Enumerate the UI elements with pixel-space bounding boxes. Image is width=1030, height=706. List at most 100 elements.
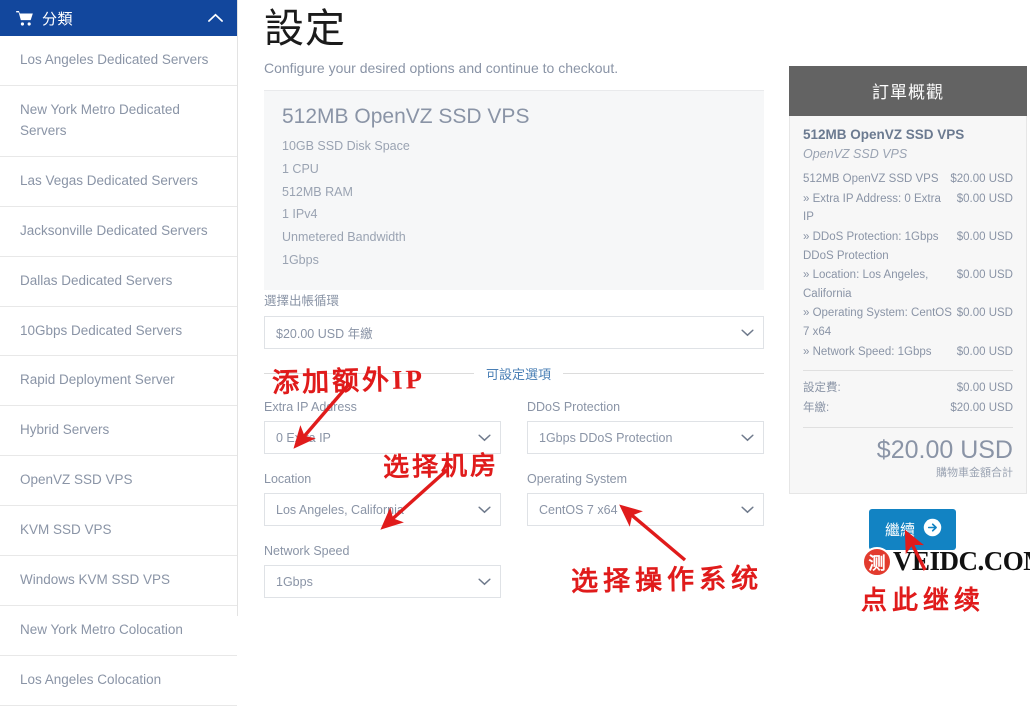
product-summary-box: 512MB OpenVZ SSD VPS 10GB SSD Disk Space…: [264, 90, 764, 290]
site-watermark: 测 VEIDC.COM: [862, 546, 1030, 577]
chevron-down-icon: [741, 328, 754, 337]
option-field: Location Los Angeles, California: [264, 472, 501, 526]
watermark-seal-icon: 测: [862, 546, 892, 577]
option-label: Operating System: [527, 472, 628, 486]
option-select[interactable]: 1Gbps DDoS Protection: [527, 421, 764, 454]
option-row: Location Los Angeles, California Operating…: [264, 472, 764, 526]
category-sidebar: 分類 Los Angeles Dedicated Servers New York…: [0, 0, 238, 706]
option-value: CentOS 7 x64: [539, 502, 618, 517]
sidebar-item[interactable]: Las Vegas Dedicated Servers: [0, 157, 237, 207]
option-label: Location: [264, 472, 312, 486]
summary-line-label: » Network Speed: 1Gbps: [803, 345, 932, 358]
order-summary-header: 訂單概觀: [789, 66, 1027, 116]
summary-line-label: 512MB OpenVZ SSD VPS: [803, 173, 939, 185]
option-value: 1Gbps: [276, 574, 313, 589]
summary-line-item: » Location: Los Angeles, California $0.00…: [803, 266, 1013, 303]
sidebar-header[interactable]: 分類: [0, 0, 237, 36]
sidebar-title: 分類: [42, 10, 74, 28]
product-feature: 10GB SSD Disk Space: [282, 139, 410, 153]
summary-line-item: » Network Speed: 1Gbps $0.00 USD: [803, 343, 1013, 362]
option-select[interactable]: Los Angeles, California: [264, 493, 501, 526]
divider-line-left: [264, 373, 474, 374]
chevron-up-icon[interactable]: [208, 13, 223, 23]
summary-product-group: OpenVZ SSD VPS: [803, 147, 908, 161]
summary-line-item: 512MB OpenVZ SSD VPS $20.00 USD: [803, 170, 1013, 189]
sidebar-item[interactable]: KVM SSD VPS: [0, 506, 237, 557]
order-summary-panel: 訂單概觀 512MB OpenVZ SSD VPS OpenVZ SSD VPS…: [789, 66, 1027, 495]
option-row: Network Speed 1Gbps: [264, 544, 764, 598]
summary-total-row: 年繳: $20.00 USD: [803, 399, 1013, 419]
summary-line-item: » Operating System: CentOS 7 x64 $0.00 US…: [803, 304, 1013, 341]
summary-line-item: » DDoS Protection: 1Gbps DDoS Protection…: [803, 228, 1013, 265]
option-select[interactable]: 1Gbps: [264, 565, 501, 598]
billing-cycle-value: $20.00 USD 年繳: [276, 327, 373, 341]
summary-line-label: » Extra IP Address: 0 Extra IP: [803, 192, 941, 224]
divider-line-right: [563, 373, 764, 374]
product-name: 512MB OpenVZ SSD VPS: [282, 105, 530, 128]
summary-totals: 設定費: $0.00 USD 年繳: $20.00 USD: [803, 379, 1013, 418]
summary-line-amount: $0.00 USD: [956, 192, 1013, 205]
summary-total-label: 設定費:: [803, 382, 841, 395]
sidebar-item[interactable]: Windows KVM SSD VPS: [0, 556, 237, 607]
chevron-down-icon: [478, 577, 491, 586]
sidebar-item[interactable]: Rapid Deployment Server: [0, 356, 237, 407]
summary-line-amount: $0.00 USD: [956, 307, 1013, 320]
option-label: DDoS Protection: [527, 400, 621, 414]
summary-total-label: 年繳:: [803, 401, 830, 414]
configurable-options-legend: 可設定選項: [486, 367, 552, 382]
option-row: Extra IP Address 0 Extra IP DDoS Protectio…: [264, 400, 764, 454]
option-field: Network Speed 1Gbps: [264, 544, 501, 598]
summary-total-row: 設定費: $0.00 USD: [803, 379, 1013, 399]
product-feature: 1Gbps: [282, 252, 319, 267]
sidebar-item[interactable]: New York Metro Colocation: [0, 606, 237, 656]
summary-line-items: 512MB OpenVZ SSD VPS $20.00 USD » Extra IP…: [803, 170, 1013, 361]
option-value: 0 Extra IP: [276, 430, 331, 445]
option-label: Extra IP Address: [264, 400, 357, 414]
sidebar-item[interactable]: Los Angeles Colocation: [0, 656, 237, 706]
summary-line-label: » Operating System: CentOS 7 x64: [803, 307, 952, 338]
summary-divider-1: [803, 370, 1013, 372]
sidebar-item[interactable]: 10Gbps Dedicated Servers: [0, 307, 237, 357]
sidebar-item[interactable]: Los Angeles Dedicated Servers: [0, 36, 237, 86]
product-feature: Unmetered Bandwidth: [282, 230, 406, 244]
sidebar-item[interactable]: New York Metro Dedicated Servers: [0, 86, 237, 157]
page-subtitle: Configure your desired options and conti…: [264, 60, 619, 76]
option-field: DDoS Protection 1Gbps DDoS Protection: [527, 400, 764, 454]
watermark-site-text: VEIDC.COM: [893, 546, 1030, 576]
summary-divider-2: [803, 427, 1013, 429]
summary-line-amount: $0.00 USD: [956, 269, 1013, 282]
product-feature: 512MB RAM: [282, 184, 353, 199]
summary-line-item: » Extra IP Address: 0 Extra IP $0.00 USD: [803, 190, 1013, 227]
billing-cycle-select[interactable]: $20.00 USD 年繳: [264, 316, 764, 349]
option-value: Los Angeles, California: [276, 502, 404, 517]
billing-cycle-group: 選擇出帳循環 $20.00 USD 年繳: [264, 290, 764, 349]
sidebar-item[interactable]: Hybrid Servers: [0, 406, 237, 457]
option-select[interactable]: 0 Extra IP: [264, 421, 501, 454]
chevron-down-icon: [478, 433, 491, 442]
summary-line-label: » Location: Los Angeles, California: [803, 269, 929, 300]
continue-button-label: 繼續: [885, 522, 916, 539]
chevron-down-icon: [741, 505, 754, 514]
continue-button[interactable]: 繼續: [869, 509, 957, 550]
summary-line-amount: $0.00 USD: [956, 345, 1013, 358]
sidebar-item[interactable]: Dallas Dedicated Servers: [0, 257, 237, 307]
option-select[interactable]: CentOS 7 x64: [527, 493, 764, 526]
sidebar-item[interactable]: Jacksonville Dedicated Servers: [0, 207, 237, 257]
option-label: Network Speed: [264, 544, 350, 558]
chevron-down-icon: [478, 505, 491, 514]
product-feature-list: 10GB SSD Disk Space 1 CPU 512MB RAM 1 IPv4 U…: [282, 135, 746, 272]
arrow-right-circle-icon: [923, 518, 942, 541]
summary-total-amount: $0.00 USD: [956, 382, 1013, 395]
order-summary-body: 512MB OpenVZ SSD VPS OpenVZ SSD VPS 512M…: [789, 116, 1027, 495]
grand-total-amount: $20.00 USD: [876, 436, 1013, 465]
summary-line-amount: $20.00 USD: [950, 173, 1013, 185]
shopping-cart-icon: [16, 10, 33, 26]
sidebar-list: Los Angeles Dedicated Servers New York Me…: [0, 36, 237, 706]
option-field: Extra IP Address 0 Extra IP: [264, 400, 501, 454]
sidebar-item[interactable]: OpenVZ SSD VPS: [0, 456, 237, 507]
option-value: 1Gbps DDoS Protection: [539, 430, 673, 445]
billing-cycle-label: 選擇出帳循環: [264, 294, 340, 308]
summary-line-label: » DDoS Protection: 1Gbps DDoS Protection: [803, 230, 939, 262]
product-feature: 1 IPv4: [282, 207, 318, 222]
summary-line-amount: $0.00 USD: [956, 230, 1013, 243]
